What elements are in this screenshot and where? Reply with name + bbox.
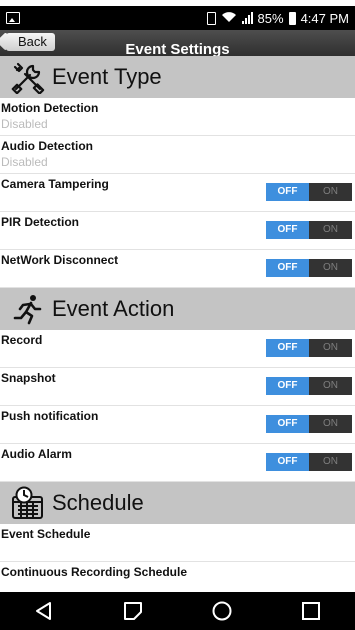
- camera-tampering-toggle[interactable]: OFF ON: [266, 183, 352, 201]
- section-header-schedule: Schedule: [0, 482, 355, 524]
- row-motion-detection[interactable]: Motion Detection Disabled: [0, 98, 355, 136]
- snapshot-toggle[interactable]: OFF ON: [266, 377, 352, 395]
- row-audio-detection[interactable]: Audio Detection Disabled: [0, 136, 355, 174]
- row-label: Push notification: [1, 409, 99, 423]
- row-label: Audio Alarm: [1, 447, 72, 461]
- row-network-disconnect: NetWork Disconnect OFF ON: [0, 250, 355, 288]
- row-status: Disabled: [1, 117, 48, 131]
- toggle-on[interactable]: ON: [309, 453, 352, 471]
- back-nav-button[interactable]: [24, 596, 64, 626]
- toggle-on[interactable]: ON: [309, 259, 352, 277]
- toggle-off[interactable]: OFF: [266, 183, 309, 201]
- network-disconnect-toggle[interactable]: OFF ON: [266, 259, 352, 277]
- navigation-bar: [0, 592, 355, 630]
- audio-alarm-toggle[interactable]: OFF ON: [266, 453, 352, 471]
- clock: 4:47 PM: [300, 10, 349, 26]
- row-audio-alarm: Audio Alarm OFF ON: [0, 444, 355, 482]
- row-continuous-recording-schedule[interactable]: Continuous Recording Schedule: [0, 562, 355, 592]
- overview-nav-button[interactable]: [291, 596, 331, 626]
- back-button-label: Back: [18, 34, 47, 49]
- wifi-icon: [221, 11, 237, 26]
- row-label: Audio Detection: [1, 139, 93, 153]
- phone-icon: [206, 11, 216, 25]
- toggle-on[interactable]: ON: [309, 339, 352, 357]
- row-camera-tampering: Camera Tampering OFF ON: [0, 174, 355, 212]
- settings-list[interactable]: Event Type Motion Detection Disabled Aud…: [0, 56, 355, 592]
- toggle-off[interactable]: OFF: [266, 453, 309, 471]
- section-header-event-action: Event Action: [0, 288, 355, 330]
- toggle-on[interactable]: ON: [309, 415, 352, 433]
- row-pir-detection: PIR Detection OFF ON: [0, 212, 355, 250]
- row-push-notification: Push notification OFF ON: [0, 406, 355, 444]
- row-record: Record OFF ON: [0, 330, 355, 368]
- running-person-icon: [10, 291, 46, 327]
- push-notification-toggle[interactable]: OFF ON: [266, 415, 352, 433]
- row-label: NetWork Disconnect: [1, 253, 119, 267]
- home-circle-icon: [212, 601, 232, 621]
- row-label: Event Schedule: [1, 527, 91, 541]
- page-title: Event Settings: [125, 41, 230, 56]
- row-label: Record: [1, 333, 43, 347]
- recent-apps-icon: [124, 602, 143, 620]
- row-label: Camera Tampering: [1, 177, 109, 191]
- row-label: Snapshot: [1, 371, 56, 385]
- signal-icon: [241, 12, 253, 24]
- row-event-schedule[interactable]: Event Schedule: [0, 524, 355, 562]
- recent-apps-nav-button[interactable]: [113, 596, 153, 626]
- toggle-on[interactable]: ON: [309, 377, 352, 395]
- row-label: PIR Detection: [1, 215, 80, 229]
- pir-detection-toggle[interactable]: OFF ON: [266, 221, 352, 239]
- row-label: Motion Detection: [1, 101, 99, 115]
- home-nav-button[interactable]: [202, 596, 242, 626]
- record-toggle[interactable]: OFF ON: [266, 339, 352, 357]
- toggle-off[interactable]: OFF: [266, 339, 309, 357]
- toggle-on[interactable]: ON: [309, 183, 352, 201]
- toggle-off[interactable]: OFF: [266, 415, 309, 433]
- back-triangle-icon: [36, 602, 52, 620]
- battery-percent: 85%: [257, 10, 284, 26]
- square-icon: [301, 602, 320, 620]
- section-title-event-type: Event Type: [52, 64, 162, 89]
- header-bar: Back Event Settings: [0, 30, 355, 56]
- row-label: Continuous Recording Schedule: [1, 565, 188, 579]
- section-title-event-action: Event Action: [52, 296, 175, 321]
- toggle-on[interactable]: ON: [309, 221, 352, 239]
- row-status: Disabled: [1, 155, 48, 169]
- section-header-event-type: Event Type: [0, 56, 355, 98]
- image-notification-icon: [6, 12, 20, 24]
- section-title-schedule: Schedule: [52, 490, 144, 515]
- row-snapshot: Snapshot OFF ON: [0, 368, 355, 406]
- battery-icon: [288, 11, 296, 25]
- tools-icon: [10, 59, 46, 95]
- toggle-off[interactable]: OFF: [266, 377, 309, 395]
- status-bar: 85% 4:47 PM: [0, 6, 355, 30]
- toggle-off[interactable]: OFF: [266, 259, 309, 277]
- toggle-off[interactable]: OFF: [266, 221, 309, 239]
- calendar-clock-icon: [10, 485, 46, 521]
